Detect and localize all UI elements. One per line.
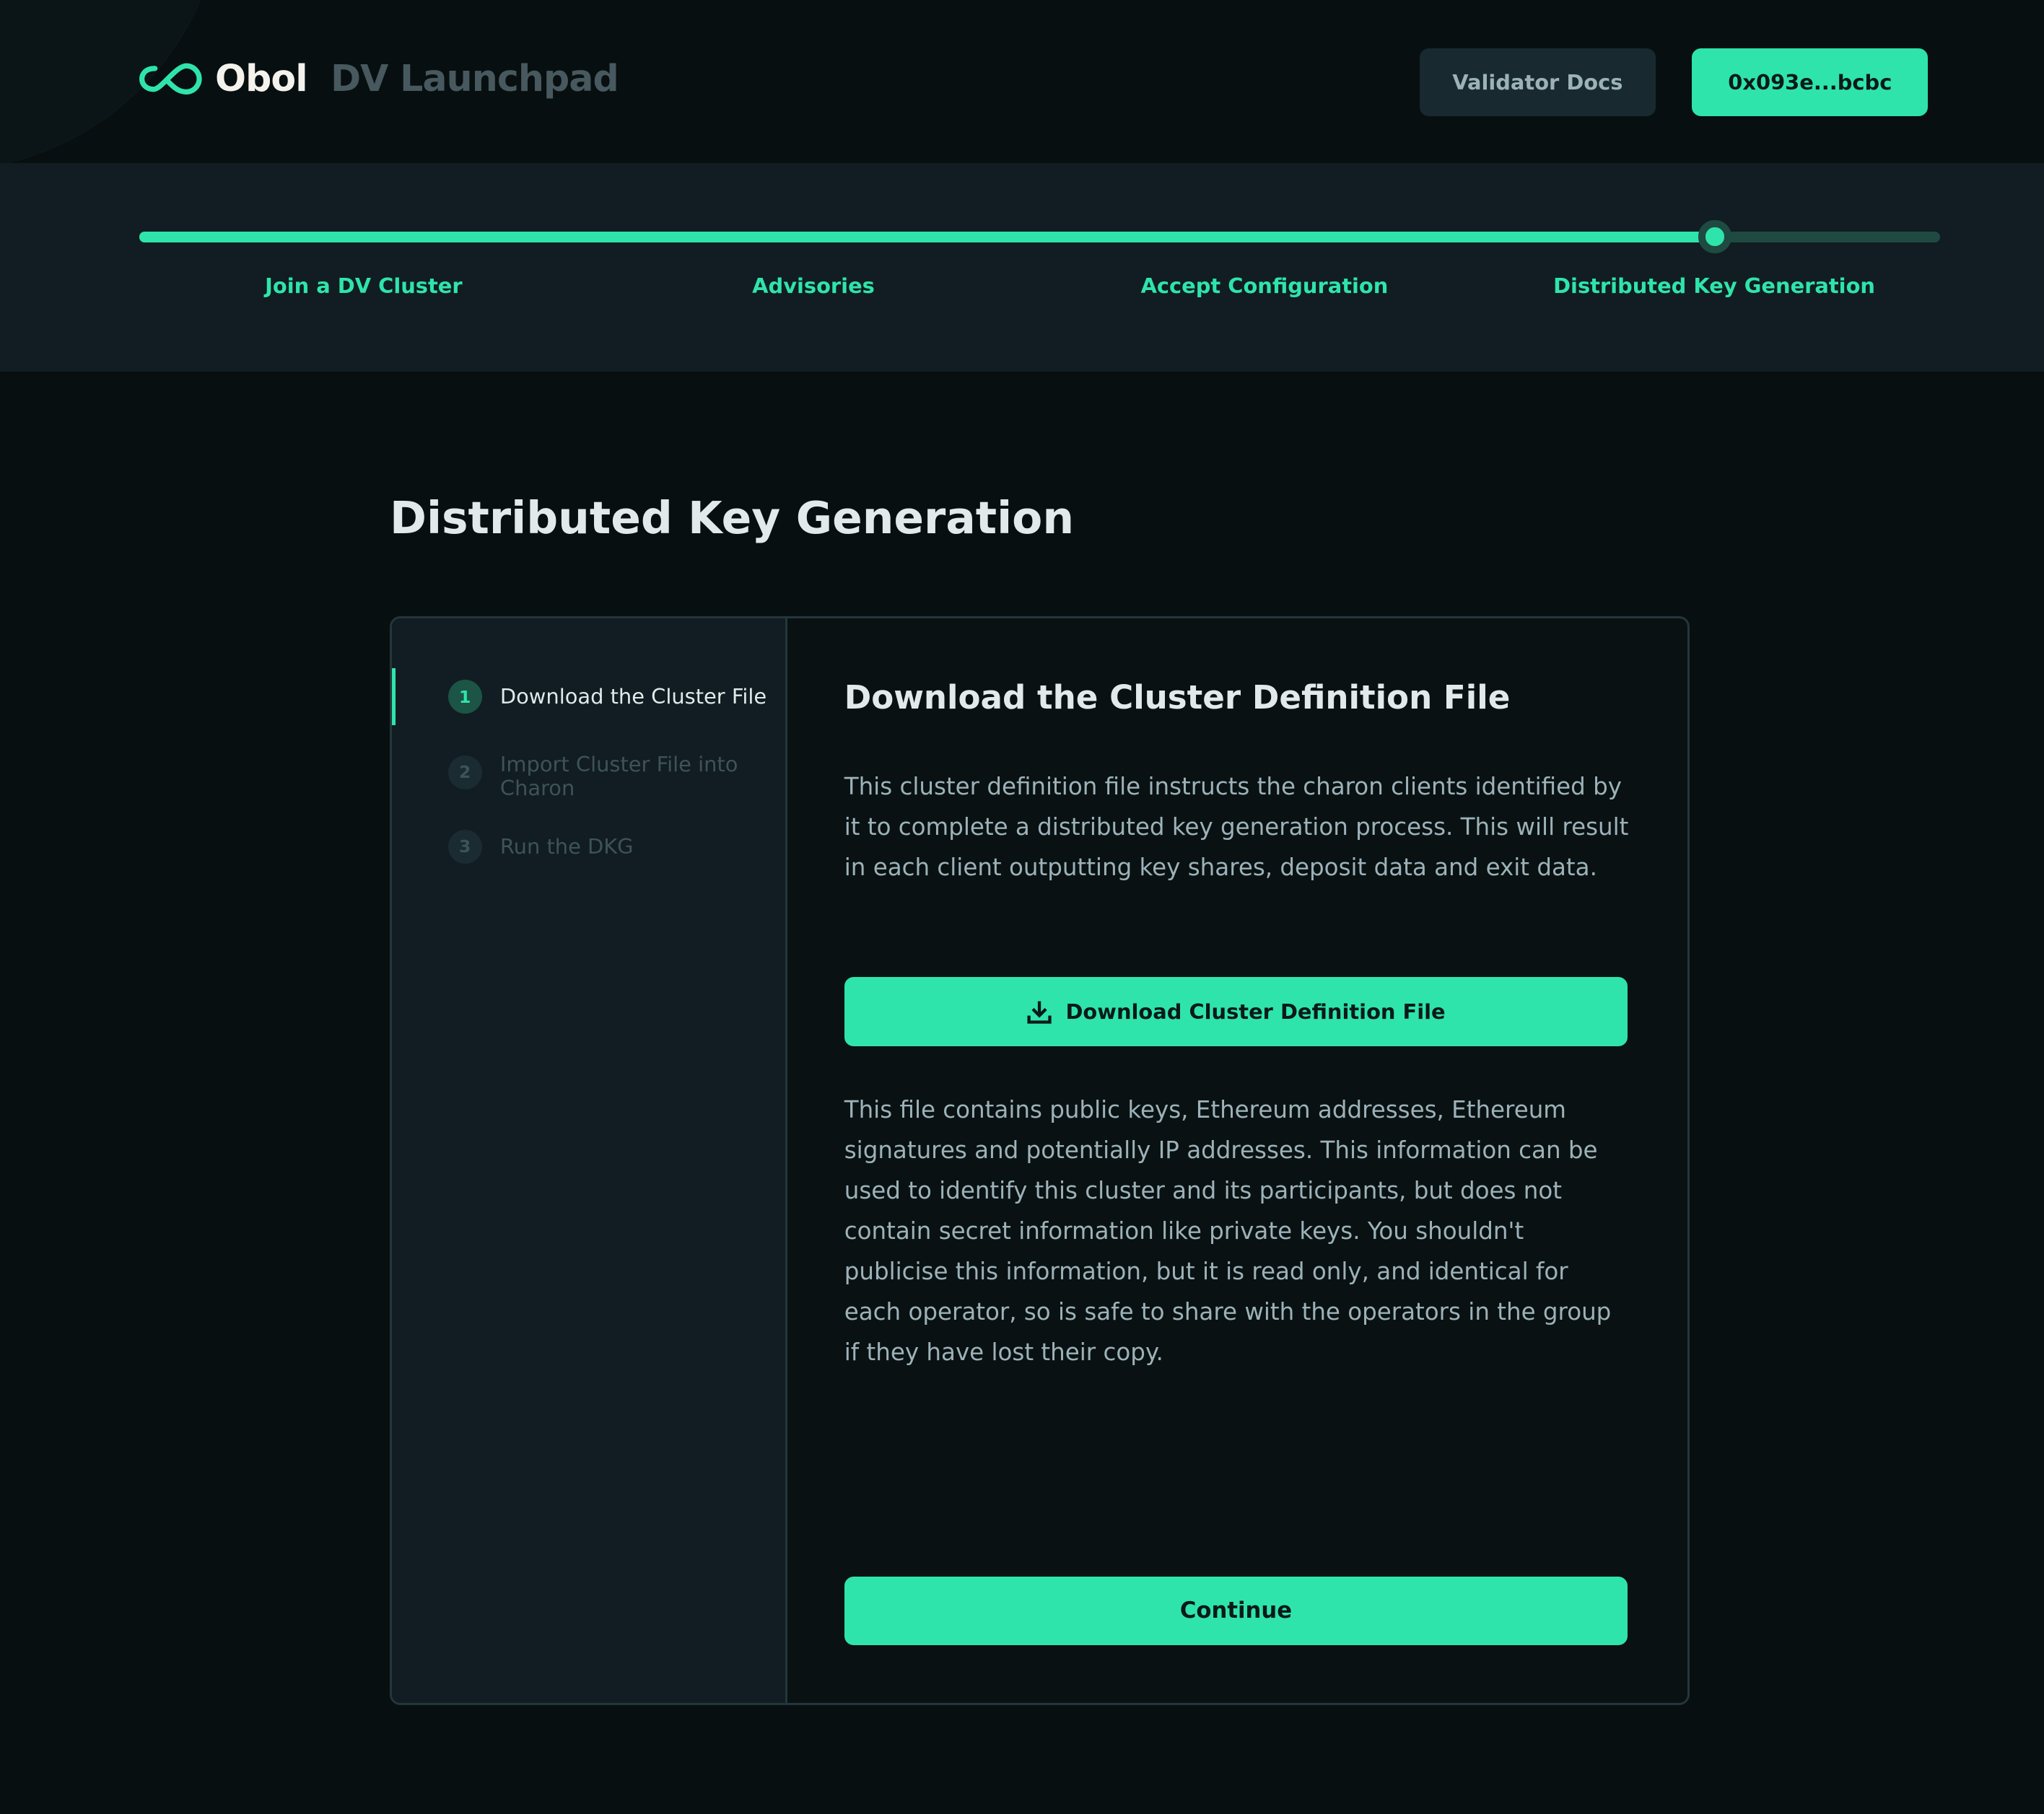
brand-name: Obol [214,57,308,100]
wallet-address-button[interactable]: 0x093e...bcbc [1692,48,1929,116]
step-distributed-key-generation[interactable]: Distributed Key Generation [1519,273,1910,298]
download-icon [1027,1001,1052,1024]
step-advisories[interactable]: Advisories [618,273,1009,298]
progress-fill [139,232,1716,242]
step-join-dv-cluster[interactable]: Join a DV Cluster [168,273,559,298]
privacy-note-paragraph: This file contains public keys, Ethereum… [844,1096,1612,1366]
logo[interactable]: Obol DV Launchpad [139,57,619,100]
step-number-badge: 2 [447,755,482,789]
substep-run-dkg[interactable]: 3 Run the DKG [447,829,761,864]
step-number-badge: 1 [447,680,482,714]
validator-docs-button[interactable]: Validator Docs [1419,48,1656,116]
description-paragraph: This cluster definition file instructs t… [844,773,1629,882]
step-number-badge: 3 [447,829,482,864]
app-root: Obol DV Launchpad Validator Docs 0x093e..… [0,0,2044,1814]
substep-label: Import Cluster File into Charon [499,752,738,800]
substep-label: Download the Cluster File [499,684,767,709]
infinity-logo-icon [139,63,202,95]
product-name: DV Launchpad [331,57,619,100]
continue-button[interactable]: Continue [844,1576,1628,1646]
substep-download-cluster-file[interactable]: 1 Download the Cluster File [447,680,787,714]
stepper-band [0,162,2044,372]
page-title: Distributed Key Generation [390,492,1075,544]
active-indicator [392,667,396,726]
download-button-label: Download Cluster Definition File [1065,999,1446,1024]
substep-label: Run the DKG [499,834,634,859]
step-accept-configuration[interactable]: Accept Configuration [1069,273,1460,298]
substep-import-cluster-file[interactable]: 2 Import Cluster File into Charon [447,748,761,800]
content-heading: Download the Cluster Definition File [844,678,1511,717]
header: Obol DV Launchpad Validator Docs 0x093e..… [0,0,2044,171]
progress-current-dot [1698,220,1731,253]
download-cluster-definition-button[interactable]: Download Cluster Definition File [844,976,1628,1046]
substep-sidebar: 1 Download the Cluster File 2 Import Clu… [392,618,788,1703]
dkg-card: 1 Download the Cluster File 2 Import Clu… [390,616,1690,1705]
